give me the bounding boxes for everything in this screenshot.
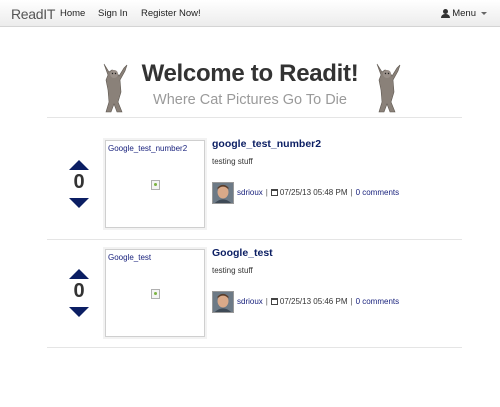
hero-tagline: Where Cat Pictures Go To Die <box>153 92 347 108</box>
post-meta: sdrioux | 07/25/13 05:48 PM | 0 comments <box>237 188 400 197</box>
upvote-arrow-icon[interactable] <box>69 269 89 279</box>
upvote-arrow-icon[interactable] <box>69 160 89 170</box>
vote-count: 0 <box>73 171 85 193</box>
nav-register-link[interactable]: Register Now! <box>141 8 201 19</box>
comments-link[interactable]: 0 comments <box>356 297 400 306</box>
downvote-arrow-icon[interactable] <box>69 307 89 317</box>
divider <box>47 239 462 240</box>
menu-label: Menu <box>452 8 476 19</box>
caret-down-icon <box>481 12 487 15</box>
menu-dropdown[interactable]: Menu <box>441 8 487 19</box>
user-icon <box>441 8 451 19</box>
author-avatar[interactable] <box>212 291 234 313</box>
post-title-link[interactable]: Google_test <box>212 247 273 259</box>
post-date: 07/25/13 05:48 PM <box>279 188 348 197</box>
post-meta: sdrioux | 07/25/13 05:46 PM | 0 comments <box>237 297 400 306</box>
comments-link[interactable]: 0 comments <box>356 188 400 197</box>
post-title-link[interactable]: google_test_number2 <box>212 138 321 150</box>
nav-signin-link[interactable]: Sign In <box>98 8 128 19</box>
post-item: 0 Google_test_number2 google_test_number… <box>47 136 462 244</box>
post-body: testing stuff <box>212 157 253 166</box>
broken-image-icon <box>151 289 160 299</box>
post-thumbnail[interactable]: Google_test_number2 <box>105 140 205 228</box>
author-link[interactable]: sdrioux <box>237 297 263 306</box>
divider <box>47 117 462 118</box>
broken-image-icon <box>151 180 160 190</box>
top-navbar: ReadIT Home Sign In Register Now! Menu <box>0 0 500 27</box>
brand-logo[interactable]: ReadIT <box>11 6 55 22</box>
post-item: 0 Google_test Google_test testing stuff … <box>47 245 462 353</box>
post-body: testing stuff <box>212 266 253 275</box>
author-avatar[interactable] <box>212 182 234 204</box>
nav-home-link[interactable]: Home <box>60 8 85 19</box>
hero-title: Welcome to Readit! <box>141 60 359 87</box>
calendar-icon <box>270 189 278 196</box>
post-thumbnail[interactable]: Google_test <box>105 249 205 337</box>
thumbnail-alt-text: Google_test <box>108 253 152 262</box>
vote-count: 0 <box>73 280 85 302</box>
calendar-icon <box>270 298 278 305</box>
downvote-arrow-icon[interactable] <box>69 198 89 208</box>
post-date: 07/25/13 05:46 PM <box>279 297 348 306</box>
thumbnail-alt-text: Google_test_number2 <box>108 144 188 153</box>
author-link[interactable]: sdrioux <box>237 188 263 197</box>
divider <box>47 347 462 348</box>
